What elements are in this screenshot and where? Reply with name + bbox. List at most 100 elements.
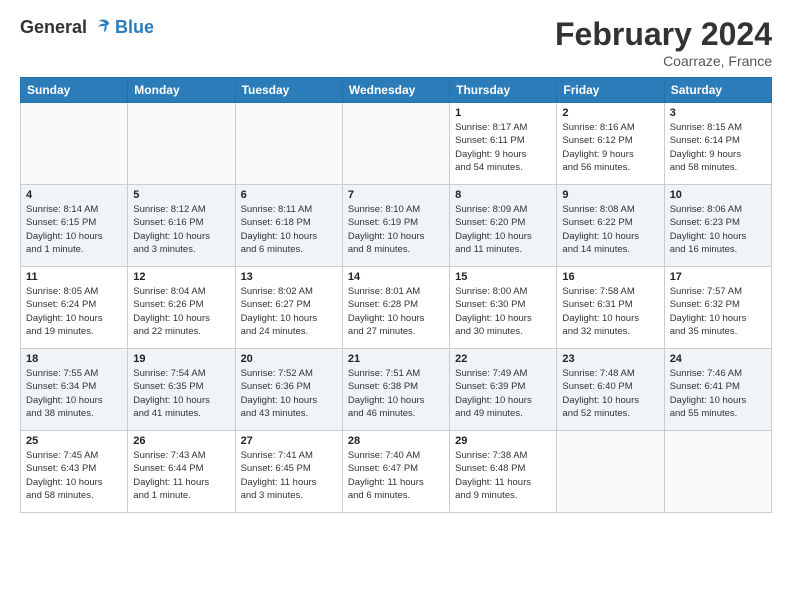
day-number: 3	[670, 107, 766, 119]
calendar-table: Sunday Monday Tuesday Wednesday Thursday…	[20, 77, 772, 513]
table-row: 6 Sunrise: 8:11 AM Sunset: 6:18 PM Daylig…	[235, 185, 342, 267]
day-number: 27	[241, 435, 337, 447]
day-info: Sunrise: 7:41 AM Sunset: 6:45 PM Dayligh…	[241, 449, 337, 502]
day-number: 20	[241, 353, 337, 365]
day-number: 21	[348, 353, 444, 365]
day-info: Sunrise: 8:00 AM Sunset: 6:30 PM Dayligh…	[455, 285, 551, 338]
day-info: Sunrise: 8:16 AM Sunset: 6:12 PM Dayligh…	[562, 121, 658, 174]
day-number: 22	[455, 353, 551, 365]
day-info: Sunrise: 7:57 AM Sunset: 6:32 PM Dayligh…	[670, 285, 766, 338]
table-row: 7 Sunrise: 8:10 AM Sunset: 6:19 PM Daylig…	[342, 185, 449, 267]
day-number: 28	[348, 435, 444, 447]
day-number: 16	[562, 271, 658, 283]
day-info: Sunrise: 7:38 AM Sunset: 6:48 PM Dayligh…	[455, 449, 551, 502]
table-row: 21Sunrise: 7:51 AM Sunset: 6:38 PM Dayli…	[342, 349, 449, 431]
day-info: Sunrise: 8:14 AM Sunset: 6:15 PM Dayligh…	[26, 203, 122, 256]
day-info: Sunrise: 7:45 AM Sunset: 6:43 PM Dayligh…	[26, 449, 122, 502]
calendar-week-4: 18 Sunrise: 7:55 AM Sunset: 6:34 PM Dayli…	[21, 349, 772, 431]
day-number: 14	[348, 271, 444, 283]
day-info: Sunrise: 8:12 AM Sunset: 6:16 PM Dayligh…	[133, 203, 229, 256]
day-info: Sunrise: 7:40 AM Sunset: 6:47 PM Dayligh…	[348, 449, 444, 502]
day-number: 7	[348, 189, 444, 201]
day-number: 25	[26, 435, 122, 447]
table-row: 14 Sunrise: 8:01 AM Sunset: 6:28 PM Dayli…	[342, 267, 449, 349]
day-info: Sunrise: 7:48 AM Sunset: 6:40 PM Dayligh…	[562, 367, 658, 420]
col-monday: Monday	[128, 78, 235, 103]
table-row: 1Sunrise: 8:17 AM Sunset: 6:11 PM Daylig…	[450, 103, 557, 185]
table-row: 4 Sunrise: 8:14 AM Sunset: 6:15 PM Daylig…	[21, 185, 128, 267]
table-row: 29 Sunrise: 7:38 AM Sunset: 6:48 PM Dayli…	[450, 431, 557, 513]
day-info: Sunrise: 8:04 AM Sunset: 6:26 PM Dayligh…	[133, 285, 229, 338]
day-number: 4	[26, 189, 122, 201]
table-row: 18 Sunrise: 7:55 AM Sunset: 6:34 PM Dayli…	[21, 349, 128, 431]
table-row: 20 Sunrise: 7:52 AM Sunset: 6:36 PM Dayli…	[235, 349, 342, 431]
table-row: 13 Sunrise: 8:02 AM Sunset: 6:27 PM Dayli…	[235, 267, 342, 349]
day-number: 24	[670, 353, 766, 365]
table-row: 27 Sunrise: 7:41 AM Sunset: 6:45 PM Dayli…	[235, 431, 342, 513]
day-number: 17	[670, 271, 766, 283]
table-row: 3 Sunrise: 8:15 AM Sunset: 6:14 PM Daylig…	[664, 103, 771, 185]
table-row	[21, 103, 128, 185]
table-row: 11Sunrise: 8:05 AM Sunset: 6:24 PM Dayli…	[21, 267, 128, 349]
table-row: 10Sunrise: 8:06 AM Sunset: 6:23 PM Dayli…	[664, 185, 771, 267]
table-row: 8 Sunrise: 8:09 AM Sunset: 6:20 PM Daylig…	[450, 185, 557, 267]
day-number: 2	[562, 107, 658, 119]
calendar-week-2: 4 Sunrise: 8:14 AM Sunset: 6:15 PM Daylig…	[21, 185, 772, 267]
day-number: 26	[133, 435, 229, 447]
col-saturday: Saturday	[664, 78, 771, 103]
col-thursday: Thursday	[450, 78, 557, 103]
table-row: 24 Sunrise: 7:46 AM Sunset: 6:41 PM Dayli…	[664, 349, 771, 431]
day-number: 1	[455, 107, 551, 119]
page: General Blue February 2024 Coarraze, Fra…	[0, 0, 792, 612]
day-info: Sunrise: 8:15 AM Sunset: 6:14 PM Dayligh…	[670, 121, 766, 174]
logo-general-text: General	[20, 17, 87, 38]
day-info: Sunrise: 8:11 AM Sunset: 6:18 PM Dayligh…	[241, 203, 337, 256]
calendar-week-3: 11Sunrise: 8:05 AM Sunset: 6:24 PM Dayli…	[21, 267, 772, 349]
day-info: Sunrise: 8:01 AM Sunset: 6:28 PM Dayligh…	[348, 285, 444, 338]
col-friday: Friday	[557, 78, 664, 103]
table-row: 15 Sunrise: 8:00 AM Sunset: 6:30 PM Dayli…	[450, 267, 557, 349]
day-number: 6	[241, 189, 337, 201]
day-number: 10	[670, 189, 766, 201]
day-info: Sunrise: 7:55 AM Sunset: 6:34 PM Dayligh…	[26, 367, 122, 420]
table-row	[128, 103, 235, 185]
header: General Blue February 2024 Coarraze, Fra…	[20, 16, 772, 69]
day-number: 19	[133, 353, 229, 365]
day-info: Sunrise: 7:49 AM Sunset: 6:39 PM Dayligh…	[455, 367, 551, 420]
table-row	[235, 103, 342, 185]
day-info: Sunrise: 8:02 AM Sunset: 6:27 PM Dayligh…	[241, 285, 337, 338]
table-row: 9 Sunrise: 8:08 AM Sunset: 6:22 PM Daylig…	[557, 185, 664, 267]
day-info: Sunrise: 8:10 AM Sunset: 6:19 PM Dayligh…	[348, 203, 444, 256]
day-number: 15	[455, 271, 551, 283]
table-row: 17 Sunrise: 7:57 AM Sunset: 6:32 PM Dayli…	[664, 267, 771, 349]
table-row	[664, 431, 771, 513]
table-row: 16 Sunrise: 7:58 AM Sunset: 6:31 PM Dayli…	[557, 267, 664, 349]
day-info: Sunrise: 7:54 AM Sunset: 6:35 PM Dayligh…	[133, 367, 229, 420]
logo: General Blue	[20, 16, 154, 38]
day-number: 8	[455, 189, 551, 201]
day-info: Sunrise: 8:09 AM Sunset: 6:20 PM Dayligh…	[455, 203, 551, 256]
col-sunday: Sunday	[21, 78, 128, 103]
table-row: 28 Sunrise: 7:40 AM Sunset: 6:47 PM Dayli…	[342, 431, 449, 513]
day-info: Sunrise: 7:52 AM Sunset: 6:36 PM Dayligh…	[241, 367, 337, 420]
calendar-location: Coarraze, France	[555, 53, 772, 69]
logo-bird-icon	[91, 16, 113, 38]
day-number: 29	[455, 435, 551, 447]
col-tuesday: Tuesday	[235, 78, 342, 103]
logo-blue-text: Blue	[115, 17, 154, 38]
table-row: 12Sunrise: 8:04 AM Sunset: 6:26 PM Dayli…	[128, 267, 235, 349]
day-info: Sunrise: 8:08 AM Sunset: 6:22 PM Dayligh…	[562, 203, 658, 256]
day-info: Sunrise: 7:43 AM Sunset: 6:44 PM Dayligh…	[133, 449, 229, 502]
day-info: Sunrise: 7:58 AM Sunset: 6:31 PM Dayligh…	[562, 285, 658, 338]
day-number: 18	[26, 353, 122, 365]
calendar-week-1: 1Sunrise: 8:17 AM Sunset: 6:11 PM Daylig…	[21, 103, 772, 185]
table-row	[342, 103, 449, 185]
day-number: 9	[562, 189, 658, 201]
calendar-week-5: 25 Sunrise: 7:45 AM Sunset: 6:43 PM Dayli…	[21, 431, 772, 513]
table-row: 22 Sunrise: 7:49 AM Sunset: 6:39 PM Dayli…	[450, 349, 557, 431]
day-number: 13	[241, 271, 337, 283]
logo-text: General Blue	[20, 16, 154, 38]
day-info: Sunrise: 7:46 AM Sunset: 6:41 PM Dayligh…	[670, 367, 766, 420]
table-row	[557, 431, 664, 513]
table-row: 25 Sunrise: 7:45 AM Sunset: 6:43 PM Dayli…	[21, 431, 128, 513]
